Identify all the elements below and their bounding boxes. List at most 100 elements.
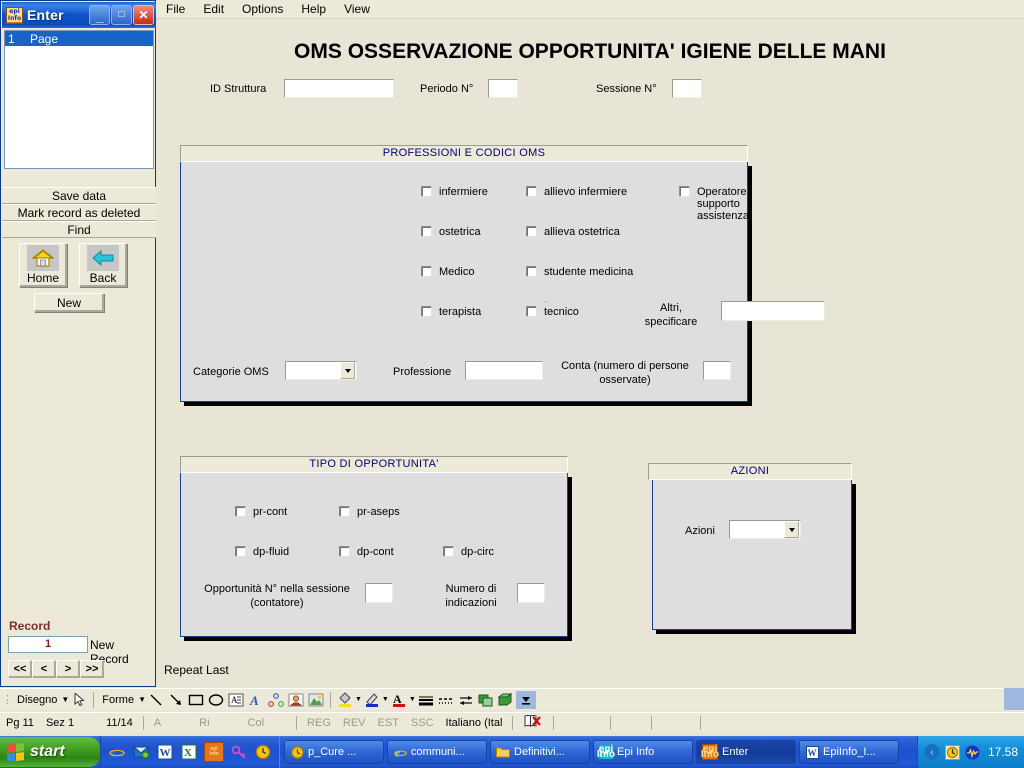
contatore-input[interactable] — [365, 583, 393, 603]
menu-help[interactable]: Help — [301, 2, 326, 16]
line-color-icon[interactable] — [362, 691, 382, 709]
chevron-down-icon[interactable]: ▼ — [61, 695, 69, 704]
record-number-input[interactable]: 1 — [8, 636, 88, 653]
menu-file[interactable]: File — [166, 2, 185, 16]
task-button[interactable]: W EpiInfo_I... — [799, 740, 899, 764]
id-struttura-input[interactable] — [284, 79, 394, 98]
last-record-button[interactable]: >> — [80, 660, 104, 678]
textbox-icon[interactable]: A — [226, 691, 246, 709]
chevron-down-icon[interactable] — [340, 362, 355, 379]
word-icon: W — [805, 745, 819, 759]
mark-record-as-deleted-button[interactable]: Mark record as deleted — [2, 204, 156, 221]
conta-input[interactable] — [703, 361, 731, 380]
shadow-icon[interactable] — [476, 691, 496, 709]
task-button[interactable]: epi Info Epi Info — [593, 740, 693, 764]
maximize-button[interactable]: □ — [111, 5, 132, 25]
status-rev[interactable]: REV — [337, 717, 372, 729]
rectangle-icon[interactable] — [186, 691, 206, 709]
arrow-icon[interactable] — [166, 691, 186, 709]
checkbox-ostetrica[interactable] — [421, 226, 432, 237]
pointer-icon[interactable] — [69, 691, 89, 709]
status-ssc[interactable]: SSC — [405, 717, 440, 729]
clipart-icon[interactable] — [286, 691, 306, 709]
diagram-icon[interactable] — [266, 691, 286, 709]
chevron-down-icon[interactable]: ▼ — [382, 696, 389, 703]
checkbox-operatore-supporto-assistenza[interactable] — [679, 186, 690, 197]
menu-options[interactable]: Options — [242, 2, 283, 16]
enter-window-titlebar[interactable]: epi Info Enter _ □ ✕ — [2, 2, 156, 28]
menu-edit[interactable]: Edit — [203, 2, 224, 16]
task-button-active[interactable]: epi Info Enter — [696, 740, 796, 764]
professione-input[interactable] — [465, 361, 543, 380]
toolbar-overflow-icon[interactable] — [515, 690, 536, 709]
status-reg[interactable]: REG — [301, 717, 337, 729]
previous-record-button[interactable]: < — [32, 660, 56, 678]
minimize-button[interactable]: _ — [89, 5, 110, 25]
arrow-style-icon[interactable] — [456, 691, 476, 709]
close-button[interactable]: ✕ — [133, 5, 154, 25]
start-button[interactable]: start — [0, 737, 100, 767]
checkbox-pr-cont[interactable] — [235, 506, 246, 517]
outlook-express-icon[interactable] — [132, 743, 150, 761]
internet-explorer-icon[interactable]: e — [108, 743, 126, 761]
checkbox-dp-circ[interactable] — [443, 546, 454, 557]
status-est[interactable]: EST — [372, 717, 405, 729]
forme-menu[interactable]: Forme — [102, 694, 134, 706]
disegno-menu[interactable]: Disegno — [17, 694, 57, 706]
page-list[interactable]: 1 Page — [4, 30, 154, 169]
chevron-down-icon[interactable]: ▼ — [409, 696, 416, 703]
task-button[interactable]: p_Cure ... — [284, 740, 384, 764]
checkbox-allieva-ostetrica[interactable] — [526, 226, 537, 237]
checkbox-pr-aseps[interactable] — [339, 506, 350, 517]
checkbox-studente-medicina[interactable] — [526, 266, 537, 277]
chevron-down-icon[interactable] — [784, 521, 799, 538]
back-button[interactable]: Back — [79, 243, 127, 287]
checkbox-allievo-infermiere[interactable] — [526, 186, 537, 197]
checkbox-infermiere[interactable] — [421, 186, 432, 197]
checkbox-terapista[interactable] — [421, 306, 432, 317]
picture-icon[interactable] — [306, 691, 326, 709]
ellipse-icon[interactable] — [206, 691, 226, 709]
categorie-oms-select[interactable] — [285, 361, 357, 380]
line-style-icon[interactable] — [416, 691, 436, 709]
status-language[interactable]: Italiano (Ital — [440, 717, 509, 729]
menu-view[interactable]: View — [344, 2, 370, 16]
dash-style-icon[interactable] — [436, 691, 456, 709]
page-list-item[interactable]: 1 Page — [5, 31, 153, 46]
periodo-input[interactable] — [488, 79, 518, 98]
key-icon[interactable] — [230, 743, 248, 761]
task-button[interactable]: Definitivi... — [490, 740, 590, 764]
new-button[interactable]: New — [34, 293, 104, 312]
epiinfo-icon[interactable]: epi Info — [204, 742, 224, 762]
first-record-button[interactable]: << — [8, 660, 32, 678]
clock-icon[interactable] — [254, 743, 272, 761]
indicazioni-input[interactable] — [517, 583, 545, 603]
word-icon[interactable]: W — [156, 743, 174, 761]
azioni-select[interactable] — [729, 520, 801, 539]
tray-clock[interactable]: 17.58 — [988, 745, 1018, 759]
home-button[interactable]: Home — [19, 243, 67, 287]
excel-icon[interactable]: X — [180, 743, 198, 761]
3d-icon[interactable] — [496, 691, 516, 709]
chevron-down-icon[interactable]: ▼ — [138, 695, 146, 704]
save-data-button[interactable]: Save data — [2, 187, 156, 204]
next-record-button[interactable]: > — [56, 660, 80, 678]
clock-icon[interactable] — [945, 744, 961, 760]
spellcheck-error-icon[interactable] — [517, 714, 547, 731]
altri-specificare-input[interactable] — [721, 301, 825, 321]
find-button[interactable]: Find — [2, 221, 156, 238]
chevron-down-icon[interactable]: ▼ — [355, 696, 362, 703]
line-icon[interactable] — [146, 691, 166, 709]
font-color-icon[interactable]: A — [389, 691, 409, 709]
checkbox-dp-cont[interactable] — [339, 546, 350, 557]
toolbar-grip[interactable]: ⋮ — [2, 693, 13, 706]
tray-expand-button[interactable]: ‹ — [923, 744, 940, 760]
wordart-icon[interactable]: A — [246, 691, 266, 709]
fill-color-icon[interactable] — [335, 691, 355, 709]
checkbox-dp-fluid[interactable] — [235, 546, 246, 557]
sessione-input[interactable] — [672, 79, 702, 98]
volume-icon[interactable] — [965, 744, 981, 760]
checkbox-tecnico[interactable] — [526, 306, 537, 317]
checkbox-medico[interactable] — [421, 266, 432, 277]
task-button[interactable]: e communi... — [387, 740, 487, 764]
